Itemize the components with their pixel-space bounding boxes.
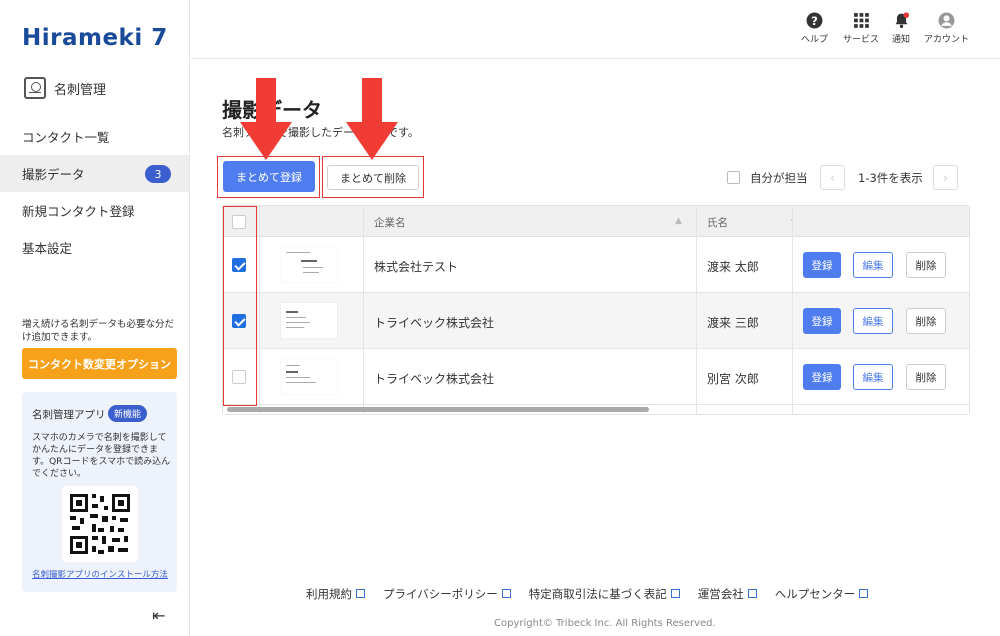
business-card-icon [24, 77, 46, 99]
row-edit-button[interactable]: 編集 [853, 308, 893, 334]
top-header: ? ヘルプ サービス 通知 アカウント [191, 0, 1000, 59]
help-circle-icon: ? [806, 12, 823, 29]
logo-text: Hirameki 7 [22, 25, 168, 51]
header-label: サービス [843, 35, 880, 45]
copyright: Copyright© Tribeck Inc. All Rights Reser… [494, 618, 716, 629]
svg-text:?: ? [811, 14, 818, 28]
app-description: スマホのカメラで名刺を撮影してかんたんにデータを登録できます。QRコードをスマホ… [32, 433, 171, 479]
collapse-left-icon[interactable]: ⇤ [152, 606, 165, 625]
qr-code [62, 486, 138, 562]
sidebar-item-contacts[interactable]: コンタクト一覧 [0, 118, 189, 155]
footer-link-company[interactable]: 運営会社 [698, 586, 744, 602]
sidebar-nav: コンタクト一覧 撮影データ 3 新規コンタクト登録 基本設定 [0, 118, 189, 266]
sidebar-item-captured-data[interactable]: 撮影データ 3 [0, 155, 189, 192]
business-card-thumbnail[interactable] [280, 246, 338, 283]
logo[interactable]: Hirameki 7 [22, 24, 168, 52]
external-link-icon [501, 589, 511, 598]
external-link-icon [356, 589, 365, 598]
person-name: 別宮 次郎 [707, 372, 759, 386]
table-row: トライベック株式会社 渡来 三郎 登録 編集 削除 [223, 293, 969, 349]
footer-link-commerce[interactable]: 特定商取引法に基づく表記 [529, 586, 667, 602]
self-assigned-checkbox[interactable] [727, 171, 740, 184]
arrow-down-icon [240, 78, 292, 160]
row-register-button[interactable]: 登録 [803, 252, 841, 278]
header-label: 通知 [892, 35, 911, 45]
sidebar: Hirameki 7 名刺管理 コンタクト一覧 撮影データ 3 新規コンタクト登録… [0, 0, 190, 636]
contact-option-button[interactable]: コンタクト数変更オプション [22, 348, 177, 379]
highlight-register-all [217, 156, 320, 198]
row-register-button[interactable]: 登録 [803, 364, 841, 390]
external-link-icon [859, 589, 869, 598]
sidebar-item-label: 基本設定 [22, 241, 73, 256]
column-header-name[interactable]: 氏名 [707, 215, 728, 230]
app-install-link[interactable]: 名刺撮影アプリのインストール方法 [32, 568, 168, 580]
sidebar-item-label: 撮影データ [22, 167, 85, 182]
column-divider [259, 206, 260, 414]
prev-page-button[interactable]: ‹ [820, 165, 845, 190]
sidebar-item-label: 新規コンタクト登録 [22, 204, 135, 219]
sidebar-item-new-contact[interactable]: 新規コンタクト登録 [0, 192, 189, 229]
business-card-thumbnail[interactable] [280, 302, 338, 339]
arrow-down-icon [346, 78, 398, 160]
business-card-thumbnail[interactable] [280, 358, 338, 395]
highlight-checkbox-column [223, 206, 257, 406]
company-name: トライベック株式会社 [374, 372, 495, 386]
captured-data-table: 企業名 ▲ 氏名 ⋅ 株式会社テスト 渡来 太郎 登録 編集 削除 トライベック… [222, 205, 970, 415]
table-row: トライベック株式会社 別宮 次郎 登録 編集 削除 [223, 349, 969, 405]
count-badge: 3 [145, 165, 171, 183]
header-label: ヘルプ [801, 35, 829, 45]
column-divider [363, 206, 364, 414]
account-button[interactable]: アカウント [924, 12, 969, 45]
company-name: 株式会社テスト [374, 260, 459, 274]
new-feature-badge: 新機能 [108, 405, 148, 422]
app-promo-box: 名刺管理アプリ 新機能 スマホのカメラで名刺を撮影してかんたんにデータを登録でき… [22, 392, 177, 592]
promo-text: 増え続ける名刺データも必要な分だけ追加できます。 [22, 319, 175, 343]
footer-link-privacy[interactable]: プライバシーポリシー [383, 586, 498, 602]
chevron-up-icon[interactable]: ▲ [675, 216, 682, 226]
sidebar-item-label: コンタクト一覧 [22, 130, 110, 145]
services-button[interactable]: サービス [843, 12, 879, 45]
column-divider [792, 206, 793, 414]
row-delete-button[interactable]: 削除 [906, 364, 946, 390]
footer-link-help[interactable]: ヘルプセンター [775, 586, 856, 602]
help-button[interactable]: ? ヘルプ [801, 12, 828, 45]
sidebar-section-title: 名刺管理 [54, 82, 107, 98]
self-assigned-label: 自分が担当 [750, 171, 808, 185]
row-edit-button[interactable]: 編集 [853, 364, 893, 390]
footer-link-terms[interactable]: 利用規約 [306, 586, 352, 602]
notifications-button[interactable]: 通知 [892, 12, 910, 45]
table-row: 株式会社テスト 渡来 太郎 登録 編集 削除 [223, 237, 969, 293]
horizontal-scrollbar[interactable] [227, 407, 649, 412]
row-edit-button[interactable]: 編集 [853, 252, 893, 278]
highlight-delete-all [322, 156, 424, 198]
sidebar-section-header: 名刺管理 [24, 77, 106, 99]
app-title: 名刺管理アプリ [32, 409, 106, 421]
row-register-button[interactable]: 登録 [803, 308, 841, 334]
external-link-icon [670, 589, 680, 598]
user-circle-icon [938, 12, 955, 29]
person-name: 渡来 太郎 [707, 260, 759, 274]
person-name: 渡来 三郎 [707, 316, 759, 330]
table-header: 企業名 ▲ 氏名 ⋅ [223, 206, 969, 237]
grid-icon [853, 13, 869, 28]
column-divider [696, 206, 697, 414]
pager-text: 1-3件を表示 [858, 171, 923, 185]
company-name: トライベック株式会社 [374, 316, 495, 330]
next-page-button[interactable]: › [933, 165, 958, 190]
bell-icon [894, 12, 909, 29]
row-delete-button[interactable]: 削除 [906, 252, 946, 278]
footer-links: 利用規約 プライバシーポリシー 特定商取引法に基づく表記 運営会社 ヘルプセンタ… [306, 586, 886, 602]
external-link-icon [747, 589, 757, 598]
row-delete-button[interactable]: 削除 [906, 308, 946, 334]
sidebar-item-settings[interactable]: 基本設定 [0, 229, 189, 266]
column-header-company[interactable]: 企業名 [374, 215, 406, 230]
header-label: アカウント [924, 35, 970, 45]
